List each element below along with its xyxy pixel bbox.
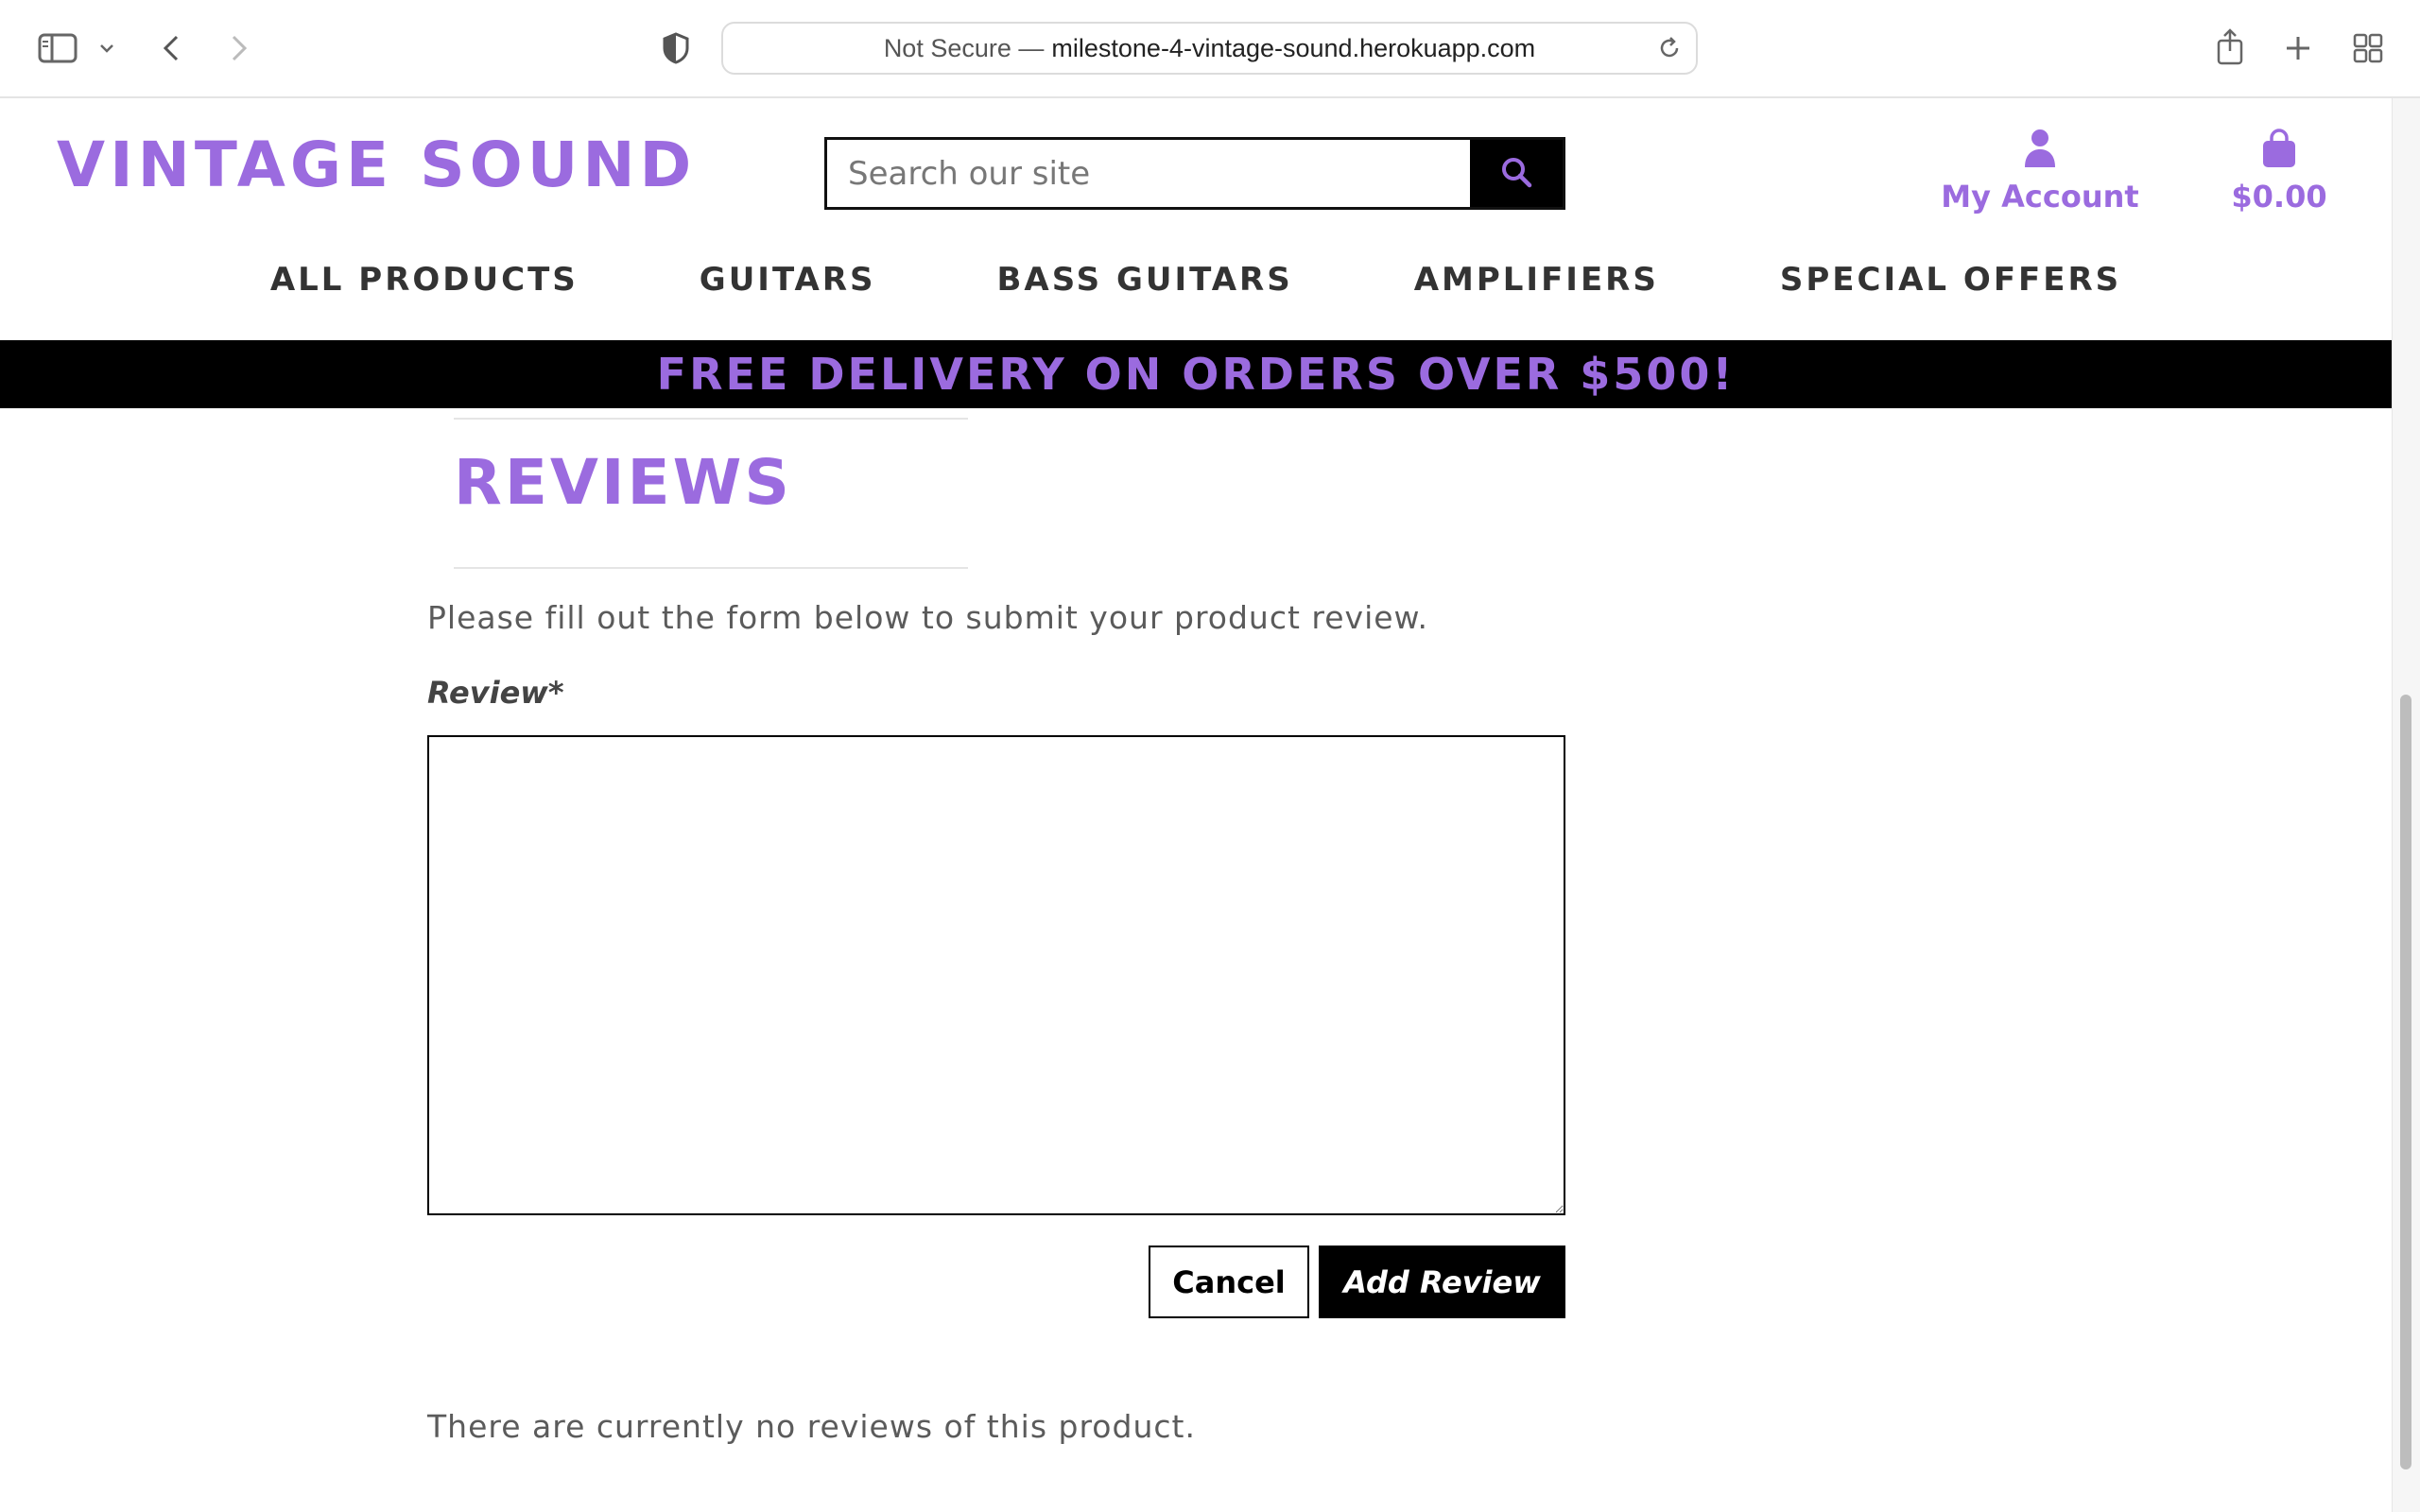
back-arrow-icon[interactable]: [157, 30, 185, 66]
nav-item-guitars[interactable]: GUITARS: [700, 261, 876, 312]
no-reviews-message: There are currently no reviews of this p…: [427, 1408, 1196, 1445]
search-form: [824, 137, 1565, 210]
scrollbar-thumb[interactable]: [2400, 695, 2411, 1469]
my-account-link[interactable]: My Account: [1938, 128, 2142, 215]
review-instructions: Please fill out the form below to submit…: [427, 599, 1429, 636]
reviews-heading: REVIEWS: [454, 446, 792, 519]
chevron-down-icon[interactable]: [95, 38, 119, 59]
divider-top: [454, 418, 968, 420]
add-review-button[interactable]: Add Review: [1319, 1246, 1565, 1318]
privacy-shield-icon[interactable]: [658, 30, 694, 66]
shopping-bag-link[interactable]: $0.00: [2221, 128, 2337, 215]
delivery-banner-text: FREE DELIVERY ON ORDERS OVER $500!: [656, 349, 1736, 400]
review-field-label: Review*: [427, 675, 564, 711]
search-icon: [1500, 156, 1532, 191]
my-account-label: My Account: [1941, 179, 2139, 215]
forward-arrow-icon[interactable]: [225, 30, 253, 66]
sidebar-toggle-icon[interactable]: [36, 30, 79, 66]
divider-bottom: [454, 567, 968, 569]
url-text: milestone-4-vintage-sound.herokuapp.com: [1051, 33, 1536, 62]
address-bar[interactable]: Not Secure — milestone-4-vintage-sound.h…: [721, 22, 1698, 75]
security-status: Not Secure —: [883, 33, 1045, 62]
main-nav: ALL PRODUCTS GUITARS BASS GUITARS AMPLIF…: [0, 261, 2392, 312]
new-tab-icon[interactable]: [2280, 30, 2316, 66]
nav-item-special-offers[interactable]: SPECIAL OFFERS: [1780, 261, 2121, 312]
tab-overview-icon[interactable]: [2350, 30, 2386, 66]
cart-total: $0.00: [2231, 179, 2327, 215]
cancel-button[interactable]: Cancel: [1149, 1246, 1309, 1318]
site-logo[interactable]: VINTAGE SOUND: [57, 129, 696, 201]
user-icon: [2023, 129, 2057, 177]
nav-item-amplifiers[interactable]: AMPLIFIERS: [1414, 261, 1659, 312]
shopping-bag-icon: [2261, 129, 2297, 177]
reload-icon[interactable]: [1656, 35, 1683, 68]
review-textarea[interactable]: [427, 735, 1565, 1215]
share-icon[interactable]: [2212, 25, 2248, 68]
search-input[interactable]: [827, 140, 1470, 207]
browser-toolbar: Not Secure — milestone-4-vintage-sound.h…: [0, 0, 2420, 98]
search-button[interactable]: [1470, 140, 1563, 207]
nav-item-all-products[interactable]: ALL PRODUCTS: [270, 261, 579, 312]
nav-item-bass-guitars[interactable]: BASS GUITARS: [996, 261, 1292, 312]
delivery-banner: FREE DELIVERY ON ORDERS OVER $500!: [0, 340, 2392, 408]
